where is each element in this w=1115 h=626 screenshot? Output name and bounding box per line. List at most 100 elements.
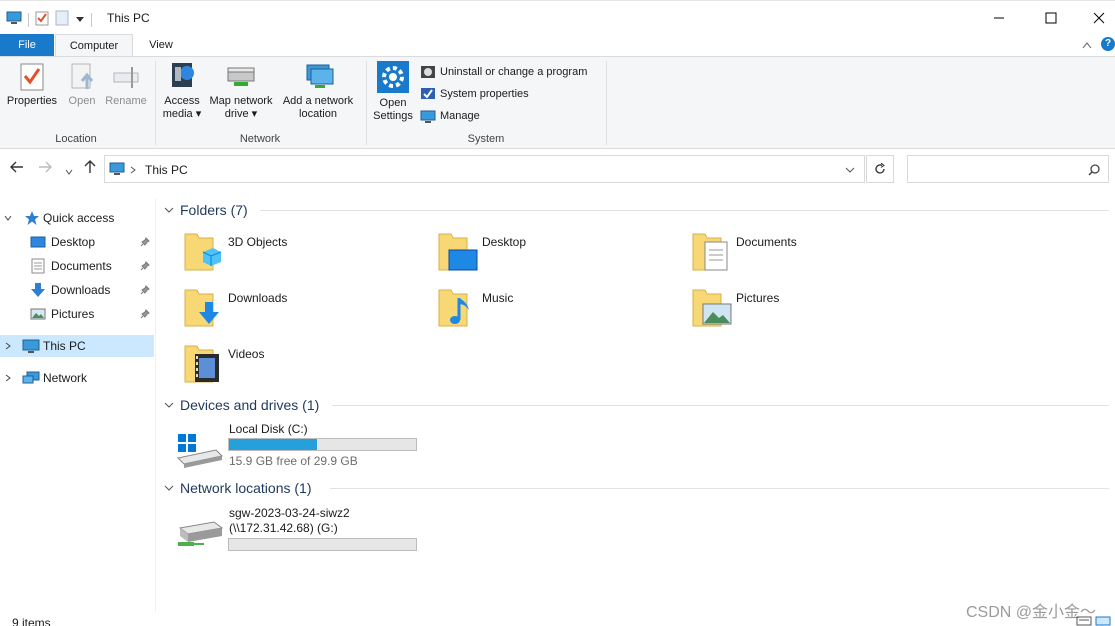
folder-desktop[interactable]: Desktop [437, 230, 677, 280]
folder-pictures[interactable]: Pictures [691, 286, 931, 336]
folder-label: 3D Objects [228, 235, 288, 249]
access-media-label-1: Access [164, 95, 200, 107]
network-locations-section-header[interactable]: Network locations (1) [164, 478, 312, 498]
details-view-icon[interactable] [1076, 616, 1092, 626]
nav-item-desktop[interactable]: Desktop [0, 231, 154, 253]
folders-section-header[interactable]: Folders (7) [164, 200, 248, 220]
up-arrow-icon[interactable] [84, 160, 96, 177]
open-settings-button[interactable]: Open Settings [370, 61, 416, 123]
quick-access-toolbar [6, 10, 92, 29]
nav-item-label: Documents [51, 259, 112, 273]
collapsed-chevron-icon[interactable] [4, 374, 12, 382]
manage-icon [420, 110, 436, 123]
folder-label: Music [482, 291, 514, 305]
nav-item-label: Pictures [51, 307, 95, 321]
nav-item-label: Desktop [51, 235, 96, 249]
section-divider [260, 210, 1109, 211]
nav-this-pc[interactable]: This PC [0, 335, 154, 357]
folder-documents[interactable]: Documents [691, 230, 931, 280]
folder-label: Desktop [482, 235, 527, 249]
collapse-ribbon-chevron-icon[interactable] [1082, 38, 1092, 52]
uninstall-program-button[interactable]: Uninstall or change a program [420, 63, 587, 81]
folder-label: Documents [736, 235, 797, 249]
breadcrumb-this-pc[interactable]: This PC [145, 163, 188, 177]
nav-item-pictures[interactable]: Pictures [0, 303, 154, 325]
nav-item-documents[interactable]: Documents [0, 255, 154, 277]
this-pc-icon[interactable] [6, 11, 22, 28]
access-media-button[interactable]: Access media ▾ [160, 61, 204, 121]
pin-icon[interactable] [140, 309, 150, 319]
star-icon [25, 211, 39, 225]
network-group-label: Network [239, 133, 281, 145]
rename-icon [113, 67, 139, 88]
collapsed-chevron-icon[interactable] [4, 342, 12, 350]
pin-icon[interactable] [140, 237, 150, 247]
large-icons-view-icon[interactable] [1095, 616, 1111, 626]
downloads-icon [31, 283, 45, 297]
music-folder-icon [438, 289, 469, 327]
address-dropdown-chevron-icon[interactable] [845, 166, 855, 174]
maximize-button[interactable] [1028, 1, 1074, 35]
address-bar[interactable]: This PC [104, 155, 865, 183]
folder-videos[interactable]: Videos [183, 342, 423, 392]
search-input[interactable] [907, 155, 1109, 183]
refresh-button[interactable] [866, 155, 894, 183]
map-network-drive-icon [227, 67, 255, 86]
access-media-icon [172, 63, 194, 87]
nav-network[interactable]: Network [0, 367, 154, 389]
system-properties-icon [421, 88, 435, 99]
desktop-folder-icon [438, 233, 478, 271]
back-arrow-icon[interactable] [10, 161, 24, 176]
minimize-button[interactable] [976, 1, 1022, 35]
devices-section-title: Devices and drives (1) [180, 397, 320, 413]
local-disk-free-space: 15.9 GB free of 29.9 GB [229, 454, 358, 468]
rename-label: Rename [105, 95, 147, 107]
properties-icon [20, 63, 44, 91]
local-disk-c[interactable]: Local Disk (C:) 15.9 GB free of 29.9 GB [176, 422, 426, 474]
system-group-label: System [467, 133, 505, 145]
map-network-drive-label-2: drive [224, 108, 249, 120]
group-separator [606, 61, 607, 145]
tab-file[interactable]: File [0, 34, 54, 57]
folders-section-title: Folders (7) [180, 202, 248, 218]
close-button[interactable] [1076, 1, 1115, 35]
folder-label: Pictures [736, 291, 780, 305]
devices-section-header[interactable]: Devices and drives (1) [164, 395, 319, 415]
help-icon[interactable]: ? [1101, 37, 1115, 51]
refresh-icon [875, 163, 885, 174]
expanded-chevron-icon[interactable] [4, 214, 12, 222]
folder-music[interactable]: Music [437, 286, 677, 336]
map-network-drive-button[interactable]: Map network drive ▾ [205, 61, 277, 121]
system-properties-label: System properties [440, 88, 529, 100]
status-item-count: 9 items [12, 616, 51, 626]
map-network-drive-label-1: Map network [209, 95, 273, 107]
forward-arrow-icon[interactable] [38, 161, 52, 176]
pictures-icon [30, 308, 46, 320]
system-properties-button[interactable]: System properties [420, 85, 529, 103]
rename-button[interactable]: Rename [103, 61, 149, 108]
folder-downloads[interactable]: Downloads [183, 286, 423, 336]
nav-network-label: Network [43, 371, 88, 385]
documents-icon [31, 258, 45, 274]
new-folder-quick-icon[interactable] [55, 10, 69, 29]
pin-icon[interactable] [140, 285, 150, 295]
section-collapse-chevron-icon [164, 207, 174, 213]
recent-locations-chevron-icon[interactable] [65, 164, 73, 178]
properties-button[interactable]: Properties [5, 61, 59, 108]
add-network-location-button[interactable]: Add a network location [279, 61, 357, 121]
documents-folder-icon [692, 233, 728, 271]
customize-toolbar-chevron-icon[interactable] [75, 13, 85, 27]
open-button[interactable]: Open [64, 61, 100, 108]
network-drive-g[interactable]: sgw-2023-03-24-siwz2 (\\172.31.42.68) (G… [176, 506, 426, 558]
pin-icon[interactable] [140, 261, 150, 271]
properties-quick-icon[interactable] [35, 10, 49, 29]
this-pc-icon [109, 162, 125, 175]
tab-view[interactable]: View [140, 34, 182, 57]
tab-computer[interactable]: Computer [55, 34, 133, 57]
nav-item-downloads[interactable]: Downloads [0, 279, 154, 301]
nav-quick-access[interactable]: Quick access [0, 207, 154, 229]
toolbar-separator [28, 12, 29, 27]
manage-button[interactable]: Manage [420, 107, 480, 125]
folder-3d-objects[interactable]: 3D Objects [183, 230, 423, 280]
open-settings-label-2: Settings [373, 110, 413, 122]
